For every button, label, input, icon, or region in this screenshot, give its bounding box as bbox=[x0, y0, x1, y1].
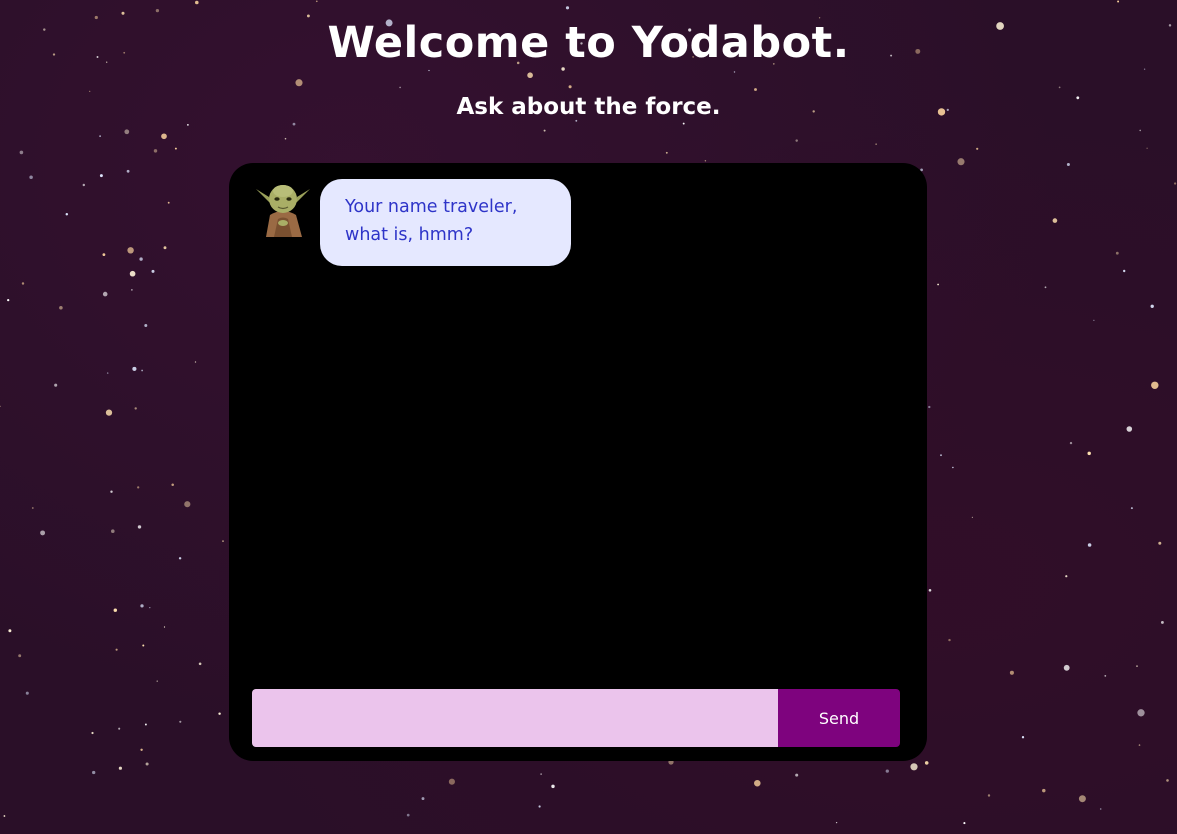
page-subtitle: Ask about the force. bbox=[456, 94, 721, 120]
message-input[interactable] bbox=[252, 689, 778, 747]
send-button[interactable]: Send bbox=[778, 689, 900, 747]
chat-input-row: Send bbox=[252, 689, 900, 747]
bot-message: Your name traveler, what is, hmm? bbox=[256, 179, 571, 266]
page-title: Welcome to Yodabot. bbox=[327, 18, 850, 68]
chat-window: Your name traveler, what is, hmm? Send bbox=[229, 163, 927, 761]
yoda-avatar-icon bbox=[256, 185, 310, 237]
bot-message-bubble: Your name traveler, what is, hmm? bbox=[320, 179, 571, 266]
